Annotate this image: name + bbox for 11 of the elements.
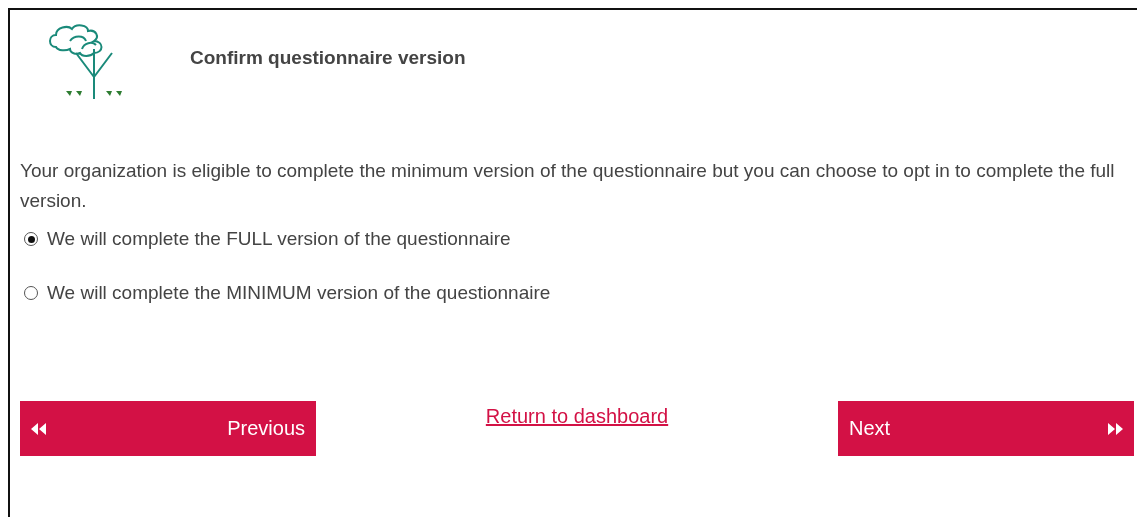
page-title: Confirm questionnaire version [190,47,466,70]
next-button[interactable]: Next [838,401,1134,456]
dashboard-link[interactable]: Return to dashboard [485,405,669,428]
fast-forward-icon [1107,422,1123,435]
option-label: We will complete the FULL version of the questionnaire [47,228,511,250]
intro-text: Your organization is eligible to complete the minimum version of the questionnaire but you can choose to opt in to complete the full version. [20,159,1116,213]
radio-button[interactable] [24,232,38,246]
previous-button[interactable]: Previous [20,401,316,456]
rewind-icon [31,422,47,435]
radio-button[interactable] [24,286,38,300]
option-label: We will complete the MINIMUM version of the questionnaire [47,282,551,304]
